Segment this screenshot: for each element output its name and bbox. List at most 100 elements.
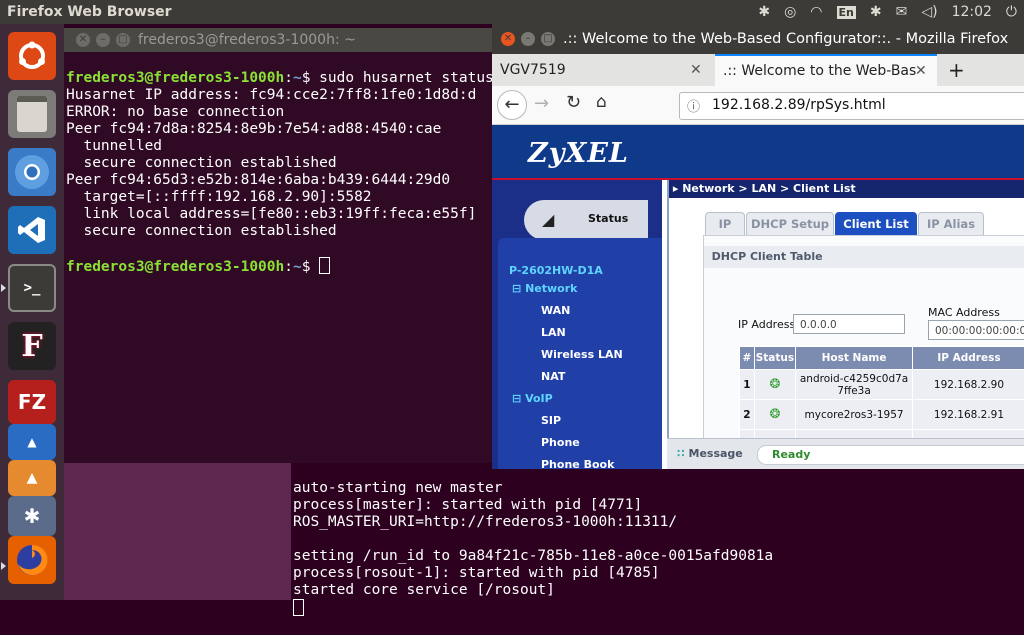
subtab-client-list[interactable]: Client List	[835, 212, 917, 235]
terminal-output[interactable]: frederos3@frederos3-1000h:~$ sudo husarn…	[66, 53, 494, 459]
tab-label: VGV7519	[500, 54, 566, 86]
terminal-title: frederos3@frederos3-1000h: ~	[138, 32, 356, 48]
close-button[interactable]: ✕	[76, 33, 90, 47]
menu-phone-book[interactable]: Phone Book	[541, 458, 614, 469]
filezilla-icon[interactable]: FZ	[8, 380, 56, 424]
network-icon[interactable]: ◎	[784, 4, 796, 20]
router-main: ▸ Network > LAN > Client List IP DHCP Se…	[667, 180, 1024, 438]
minimize-button[interactable]: –	[96, 33, 110, 47]
launcher: >_ F FZ ▲ ▲ ✱	[0, 24, 64, 600]
terminal-line: target=[::ffff:192.168.2.90]:5582	[66, 189, 372, 205]
terminal-window-roscore[interactable]: auto-starting new master process[master]…	[64, 463, 1024, 600]
home-button[interactable]: ⌂	[596, 92, 607, 112]
wifi-icon[interactable]: ◠	[810, 4, 822, 20]
menu-sip[interactable]: SIP	[541, 414, 561, 427]
terminal-window-husarnet[interactable]: ✕ – □ frederos3@frederos3-1000h: ~ frede…	[64, 28, 496, 464]
bluetooth-icon[interactable]: ✱	[870, 4, 882, 20]
message-status: Ready	[772, 448, 810, 461]
ip-address-label: IP Address	[738, 318, 795, 331]
active-app-title: Firefox Web Browser	[7, 4, 172, 20]
ubuntu-icon[interactable]	[8, 32, 56, 80]
dots-icon: ∷	[677, 447, 685, 460]
subtab-ip[interactable]: IP	[705, 212, 745, 235]
menu-phone[interactable]: Phone	[541, 436, 580, 449]
close-tab-icon[interactable]: ✕	[915, 56, 927, 86]
running-indicator	[1, 284, 6, 292]
volume-icon[interactable]: ◁)	[921, 4, 937, 20]
terminal-line: setting /run_id to 9a84f21c-785b-11e8-a0…	[293, 548, 773, 564]
maximize-button[interactable]: □	[541, 32, 555, 46]
terminal-line: link local address=[fe80::eb3:19ff:feca:…	[66, 206, 476, 222]
stacked-apps-icon[interactable]: ▲	[8, 424, 56, 460]
bluetooth-icon[interactable]: ✱	[8, 496, 56, 536]
terminal-line: ERROR: no base connection	[66, 104, 284, 120]
language-indicator[interactable]: En	[837, 6, 856, 19]
terminal-output[interactable]: auto-starting new master process[master]…	[293, 463, 773, 635]
menu-wan[interactable]: WAN	[541, 304, 570, 317]
collapse-icon: ⊟	[512, 392, 521, 405]
menu-network[interactable]: ⊟ Network	[512, 282, 577, 295]
url-bar[interactable]: ⓘ 192.168.2.89/rpSys.html	[679, 92, 1024, 120]
vscode-icon[interactable]	[8, 206, 56, 254]
status-bulb-icon: ❂	[754, 370, 795, 400]
router-icon: ◢	[542, 210, 554, 229]
tab-label: .:: Welcome to the Web-Bas	[723, 56, 916, 86]
chromium-icon[interactable]	[8, 148, 56, 196]
terminal-icon[interactable]: >_	[8, 264, 56, 312]
subtab-dhcp-setup[interactable]: DHCP Setup	[746, 212, 834, 235]
menu-lan[interactable]: LAN	[541, 326, 566, 339]
back-button[interactable]: ←	[497, 90, 527, 120]
files-icon[interactable]	[8, 90, 56, 138]
subtab-ip-alias[interactable]: IP Alias	[918, 212, 984, 235]
message-label: ∷ Message	[677, 447, 743, 460]
firefox-window[interactable]: ✕ – □ .:: Welcome to the Web-Based Confi…	[492, 24, 1024, 469]
system-tray: ✱ ◎ ◠ En ✱ ✉ ◁) 12:02 ⏻	[751, 0, 1024, 24]
router-sidebar: ◢ Status P-2602HW-D1A ⊟ Network WAN LAN …	[492, 180, 662, 469]
bluetooth-icon[interactable]: ✱	[758, 4, 770, 20]
terminal-cursor	[319, 257, 330, 274]
mac-address-input[interactable]: 00:00:00:00:00:00	[928, 320, 1024, 340]
status-button[interactable]: ◢ Status	[524, 200, 648, 240]
menu-voip[interactable]: ⊟ VoIP	[512, 392, 553, 405]
software-icon[interactable]: ▲	[8, 460, 56, 496]
mail-icon[interactable]: ✉	[896, 4, 908, 20]
firefox-icon[interactable]	[8, 536, 56, 584]
terminal-line: started core service [/rosout]	[293, 582, 555, 598]
ip-address-input[interactable]: 0.0.0.0	[793, 314, 905, 334]
menu-wireless-lan[interactable]: Wireless LAN	[541, 348, 623, 361]
model-name: P-2602HW-D1A	[509, 264, 603, 277]
mac-address-label: MAC Address	[928, 306, 1000, 319]
terminal-line: Peer fc94:7d8a:8254:8e9b:7e54:ad88:4540:…	[66, 121, 441, 137]
table-row: 2 ❂ mycore2ros3-1957 192.168.2.91	[740, 400, 1024, 430]
minimize-button[interactable]: –	[521, 32, 535, 46]
info-icon[interactable]: ⓘ	[687, 96, 700, 115]
reload-button[interactable]: ↻	[566, 92, 581, 113]
table-header: # Status Host Name IP Address	[740, 347, 1024, 370]
terminal-line: ROS_MASTER_URI=http://frederos3-1000h:11…	[293, 514, 677, 530]
power-icon[interactable]: ⏻	[1006, 4, 1017, 20]
terminal-line: process[rosout-1]: started with pid [478…	[293, 565, 660, 581]
maximize-button[interactable]: □	[116, 33, 130, 47]
terminal-line: Peer fc94:65d3:e52b:814e:6aba:b439:6444:…	[66, 172, 450, 188]
new-tab-button[interactable]: +	[948, 54, 972, 86]
tab-vgv7519[interactable]: VGV7519 ✕	[492, 54, 714, 86]
window-title: .:: Welcome to the Web-Based Configurato…	[563, 31, 1008, 47]
menu-nat[interactable]: NAT	[541, 370, 565, 383]
close-tab-icon[interactable]: ✕	[690, 54, 702, 86]
forward-button[interactable]: →	[534, 93, 549, 114]
clock[interactable]: 12:02	[952, 4, 992, 20]
running-indicator	[1, 562, 6, 570]
close-button[interactable]: ✕	[501, 32, 515, 46]
url-text[interactable]: 192.168.2.89/rpSys.html	[712, 97, 886, 113]
terminal-titlebar[interactable]: ✕ – □ frederos3@frederos3-1000h: ~	[64, 28, 496, 52]
breadcrumb: ▸ Network > LAN > Client List	[669, 180, 1024, 198]
tab-configurator[interactable]: .:: Welcome to the Web-Bas ✕	[715, 54, 937, 87]
router-header: ZyXEL	[492, 125, 1024, 178]
terminal-line: secure connection established	[66, 223, 337, 239]
foxit-icon[interactable]: F	[8, 322, 56, 370]
menu-panel: P-2602HW-D1A ⊟ Network WAN LAN Wireless …	[498, 238, 662, 469]
terminal-cursor	[293, 599, 304, 616]
section-title: DHCP Client Table	[704, 246, 1024, 268]
firefox-titlebar[interactable]: ✕ – □ .:: Welcome to the Web-Based Confi…	[492, 24, 1024, 54]
terminal-line: Husarnet IP address: fc94:cce2:7ff8:1fe0…	[66, 87, 476, 103]
